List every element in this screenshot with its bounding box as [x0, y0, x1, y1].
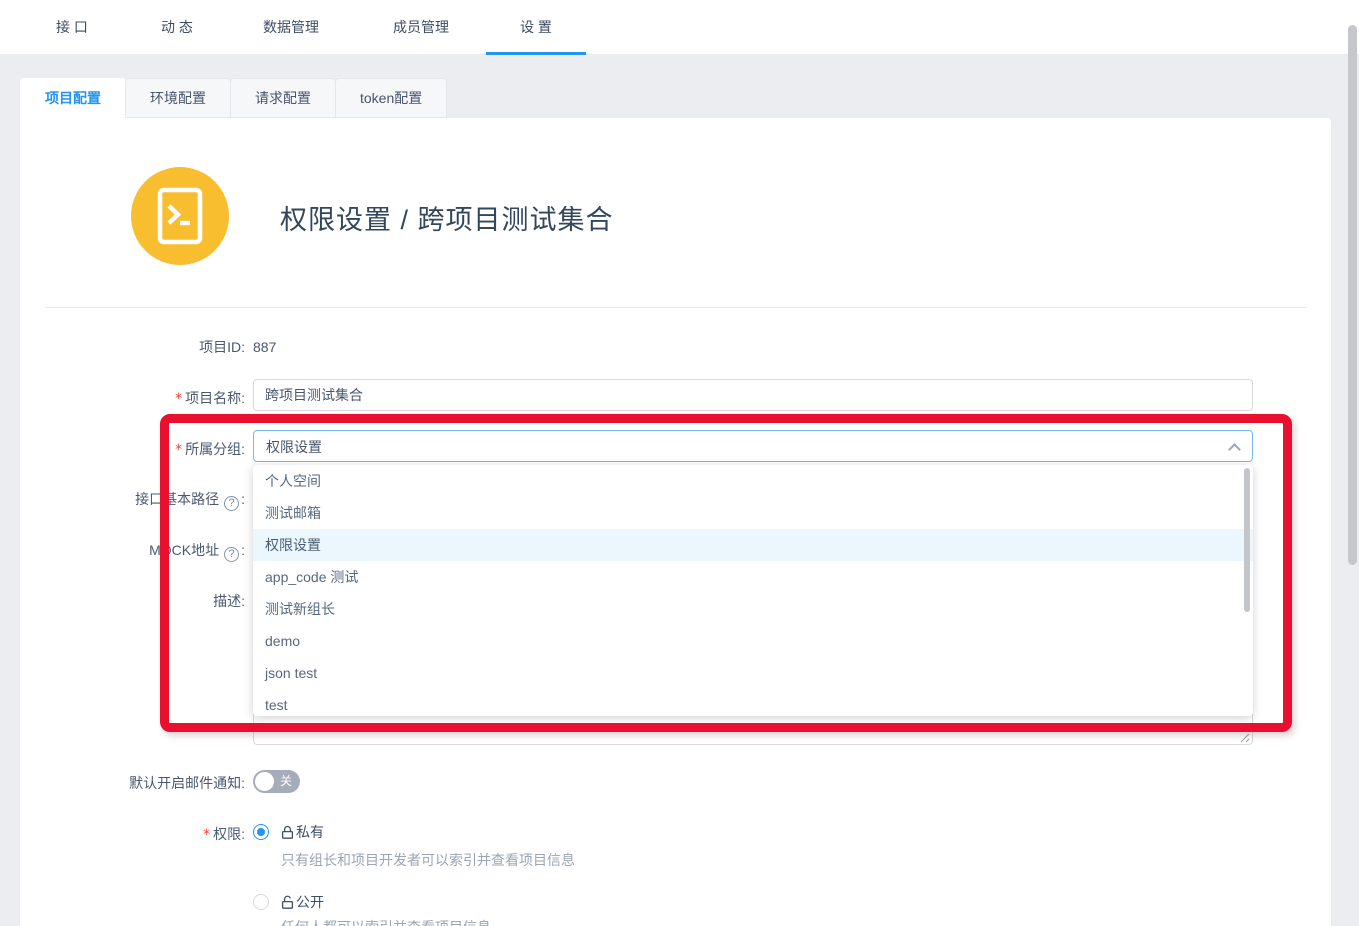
question-circle-icon[interactable] — [224, 547, 239, 562]
permission-option-public[interactable]: 公开 — [281, 893, 324, 911]
section-divider — [45, 307, 1307, 308]
terminal-icon — [157, 187, 203, 245]
scrollbar-thumb[interactable] — [1348, 25, 1357, 565]
dropdown-option-selected[interactable]: 权限设置 — [253, 529, 1253, 561]
toggle-knob — [255, 772, 274, 791]
nav-item-settings[interactable]: 设 置 — [486, 0, 586, 54]
required-asterisk: * — [175, 391, 182, 407]
label-text: MOCK地址 — [149, 542, 219, 558]
mail-notice-toggle[interactable]: 关 — [253, 770, 300, 793]
dropdown-option[interactable]: demo — [253, 625, 1253, 657]
mail-notice-label: 默认开启邮件通知: — [20, 773, 245, 793]
toggle-state-label: 关 — [280, 770, 292, 793]
tab-project-config[interactable]: 项目配置 — [20, 78, 126, 119]
description-label: 描述: — [20, 591, 245, 611]
question-circle-icon[interactable] — [224, 496, 239, 511]
group-label: *所属分组: — [20, 439, 245, 460]
permission-option-label: 公开 — [296, 893, 324, 911]
required-asterisk: * — [203, 827, 210, 843]
group-select-value: 权限设置 — [266, 437, 322, 457]
radio-private[interactable] — [253, 824, 269, 840]
permission-label: *权限: — [20, 824, 245, 845]
label-colon: : — [241, 542, 245, 558]
yapi-project-settings-page: 接 口 动 态 数据管理 成员管理 设 置 项目配置 环境配置 请求配置 tok… — [0, 0, 1359, 926]
lock-icon — [281, 825, 294, 840]
tab-env-config[interactable]: 环境配置 — [125, 78, 231, 118]
basepath-label: 接口基本路径: — [20, 489, 245, 511]
project-id-label: 项目ID: — [20, 337, 245, 357]
dropdown-scrollbar-thumb[interactable] — [1244, 468, 1250, 612]
label-text: 接口基本路径 — [135, 491, 219, 507]
dropdown-option[interactable]: json test — [253, 657, 1253, 689]
top-navigation: 接 口 动 态 数据管理 成员管理 设 置 — [0, 0, 1359, 55]
mock-url-label: MOCK地址: — [20, 540, 245, 562]
dropdown-option[interactable]: test — [253, 689, 1253, 716]
unlock-icon — [281, 895, 294, 910]
label-text: 项目名称: — [185, 390, 245, 406]
dropdown-option[interactable]: app_code 测试 — [253, 561, 1253, 593]
nav-item-interface[interactable]: 接 口 — [22, 0, 122, 54]
radio-public[interactable] — [253, 894, 269, 910]
page-scrollbar[interactable] — [1345, 0, 1359, 926]
group-dropdown: 个人空间 测试邮箱 权限设置 app_code 测试 测试新组长 demo js… — [253, 465, 1253, 716]
permission-option-label: 私有 — [296, 823, 324, 841]
tab-token-config[interactable]: token配置 — [335, 78, 447, 118]
label-text: 权限: — [213, 826, 245, 842]
permission-public-description: 任何人都可以索引并查看项目信息 — [281, 918, 491, 926]
permission-option-private[interactable]: 私有 — [281, 823, 324, 841]
chevron-up-icon — [1228, 443, 1241, 456]
project-avatar — [131, 167, 229, 265]
nav-item-member-management[interactable]: 成员管理 — [371, 0, 471, 54]
group-select[interactable]: 权限设置 — [253, 430, 1253, 462]
textarea-resize-handle[interactable] — [1239, 732, 1250, 743]
label-text: 所属分组: — [185, 441, 245, 457]
tab-request-config[interactable]: 请求配置 — [230, 78, 336, 118]
project-id-value: 887 — [253, 337, 276, 357]
project-name-input[interactable] — [253, 379, 1253, 411]
nav-item-activity[interactable]: 动 态 — [127, 0, 227, 54]
nav-item-data-management[interactable]: 数据管理 — [241, 0, 341, 54]
permission-private-description: 只有组长和项目开发者可以索引并查看项目信息 — [281, 851, 575, 869]
dropdown-option[interactable]: 测试邮箱 — [253, 497, 1253, 529]
label-colon: : — [241, 491, 245, 507]
project-name-label: *项目名称: — [20, 388, 245, 409]
required-asterisk: * — [175, 442, 182, 458]
dropdown-option[interactable]: 测试新组长 — [253, 593, 1253, 625]
dropdown-option[interactable]: 个人空间 — [253, 465, 1253, 497]
page-title: 权限设置 / 跨项目测试集合 — [280, 198, 614, 237]
settings-tabbar: 项目配置 环境配置 请求配置 token配置 — [20, 78, 446, 119]
